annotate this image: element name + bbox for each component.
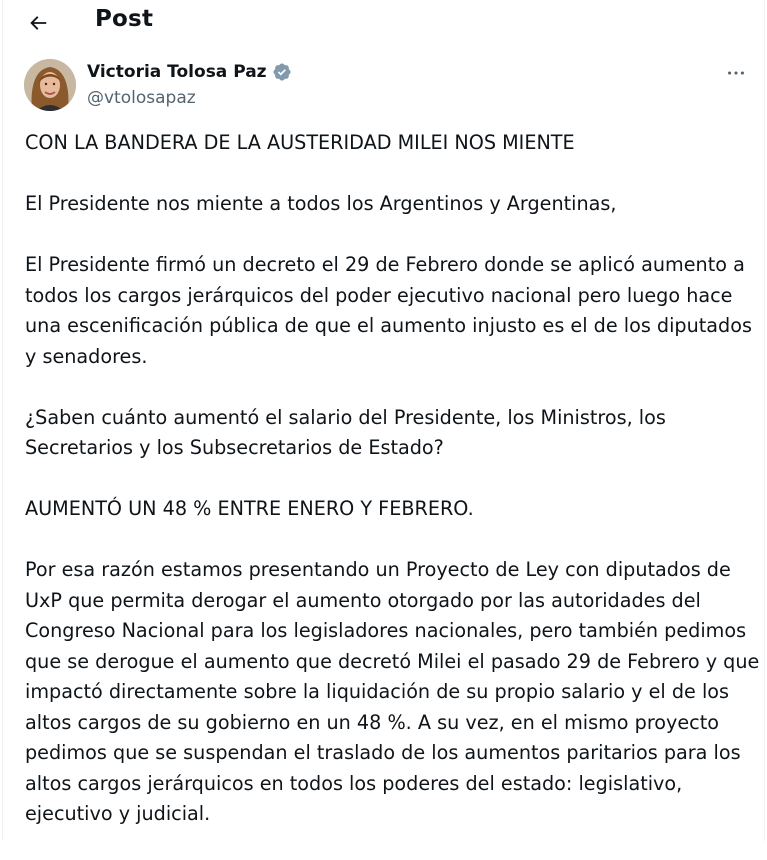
author-name-text: Victoria Tolosa Paz — [87, 62, 267, 82]
verified-badge-icon — [273, 63, 291, 81]
more-options-button[interactable] — [719, 60, 753, 86]
author-name[interactable]: Victoria Tolosa Paz — [87, 62, 292, 82]
post-paragraph: CON LA BANDERA DE LA AUSTERIDAD MILEI NO… — [25, 131, 575, 154]
arrow-left-icon — [30, 16, 47, 30]
post-paragraph: El Presidente firmó un decreto el 29 de … — [25, 253, 752, 368]
page-title: Post — [95, 6, 154, 32]
post-paragraph: Por esa razón estamos presentando un Pro… — [25, 558, 760, 825]
author-handle[interactable]: @vtolosapaz — [87, 88, 196, 108]
more-horizontal-icon — [728, 71, 744, 75]
post-text: CON LA BANDERA DE LA AUSTERIDAD MILEI NO… — [25, 128, 760, 860]
post-paragraph: ¿Saben cuánto aumentó el salario del Pre… — [25, 405, 666, 460]
post-paragraph: El Presidente nos miente a todos los Arg… — [25, 192, 617, 215]
avatar[interactable] — [24, 59, 76, 111]
back-button[interactable] — [21, 6, 55, 40]
post-paragraph: AUMENTÓ UN 48 % ENTRE ENERO Y FEBRERO. — [25, 497, 474, 520]
top-bar: Post — [3, 0, 764, 44]
post-detail-view: Post Victoria Tolosa Paz @vtolosapaz CON… — [2, 0, 765, 841]
